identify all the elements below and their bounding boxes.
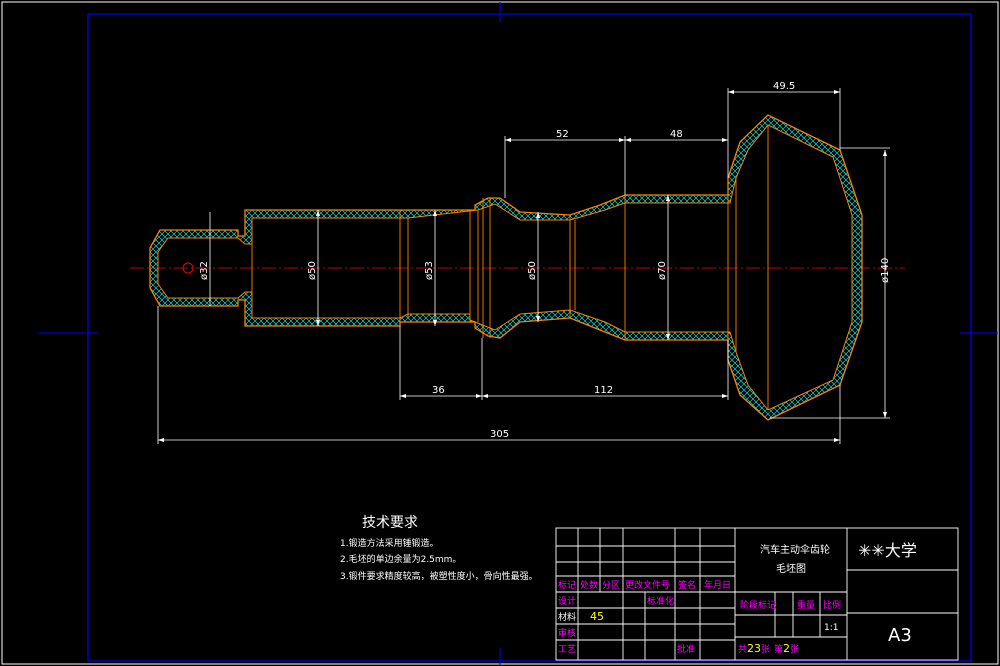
dim-36: 36 bbox=[432, 385, 445, 396]
dim-dia-70: ø70 bbox=[657, 261, 668, 280]
dim-dia-50b: ø50 bbox=[527, 261, 538, 280]
label-design: 设计 bbox=[558, 595, 576, 607]
tech-req-line-1: 1.锻造方法采用锤锻造。 bbox=[340, 537, 439, 549]
tech-req-line-2: 2.毛坯的单边余量为2.5mm。 bbox=[340, 553, 461, 565]
part-name-line2: 毛坯图 bbox=[776, 563, 806, 575]
tech-req-title: 技术要求 bbox=[362, 515, 418, 531]
forging-wall-hatch bbox=[150, 115, 862, 420]
label-standardize: 标准化 bbox=[647, 595, 674, 607]
school-name: ✳✳大学 bbox=[858, 541, 917, 560]
label-change-doc: 更改文件号 bbox=[625, 579, 670, 591]
label-weight: 重量 bbox=[797, 599, 815, 611]
cad-drawing-canvas: 49.5 52 48 36 112 305 ø32 ø50 ø53 ø50 ø7… bbox=[1, 1, 999, 666]
material-value: 45 bbox=[590, 610, 604, 623]
dim-112: 112 bbox=[594, 385, 613, 396]
label-mark: 标记 bbox=[558, 579, 576, 591]
part-name-line1: 汽车主动伞齿轮 bbox=[760, 543, 830, 556]
label-count: 处数 bbox=[580, 579, 598, 591]
tech-req-line-3: 3.锻件要求精度较高，被塑性度小，骨向性最强。 bbox=[340, 570, 538, 582]
label-process: 工艺 bbox=[558, 644, 576, 655]
dim-49-5: 49.5 bbox=[773, 81, 795, 92]
dim-dia-53: ø53 bbox=[424, 261, 435, 280]
label-date: 年月日 bbox=[704, 579, 731, 591]
label-zone: 分区 bbox=[602, 580, 620, 591]
dim-48: 48 bbox=[670, 129, 683, 140]
label-scale: 比例 bbox=[823, 599, 841, 611]
section-lines bbox=[251, 125, 769, 410]
sheet-count: 共23张 第2张 bbox=[738, 642, 799, 655]
dimension-arrows bbox=[158, 90, 887, 442]
dim-305: 305 bbox=[490, 429, 509, 440]
dimension-lines bbox=[157, 88, 890, 444]
dim-dia-140: ø140 bbox=[880, 258, 891, 283]
dim-52: 52 bbox=[556, 129, 569, 140]
label-approve: 批准 bbox=[677, 643, 695, 655]
label-stage-mark: 阶段标记 bbox=[740, 599, 776, 611]
label-review: 审核 bbox=[558, 627, 576, 639]
label-material: 材料 bbox=[558, 611, 576, 623]
dim-dia-50a: ø50 bbox=[307, 261, 318, 280]
paper-size: A3 bbox=[888, 625, 912, 646]
dim-dia-32: ø32 bbox=[199, 261, 210, 280]
tech-requirements: 技术要求 1.锻造方法采用锤锻造。 2.毛坯的单边余量为2.5mm。 3.锻件要… bbox=[340, 515, 538, 582]
forging-outer-outline bbox=[149, 114, 863, 421]
scale-value: 1:1 bbox=[824, 623, 838, 633]
label-signature: 签名 bbox=[678, 579, 696, 591]
